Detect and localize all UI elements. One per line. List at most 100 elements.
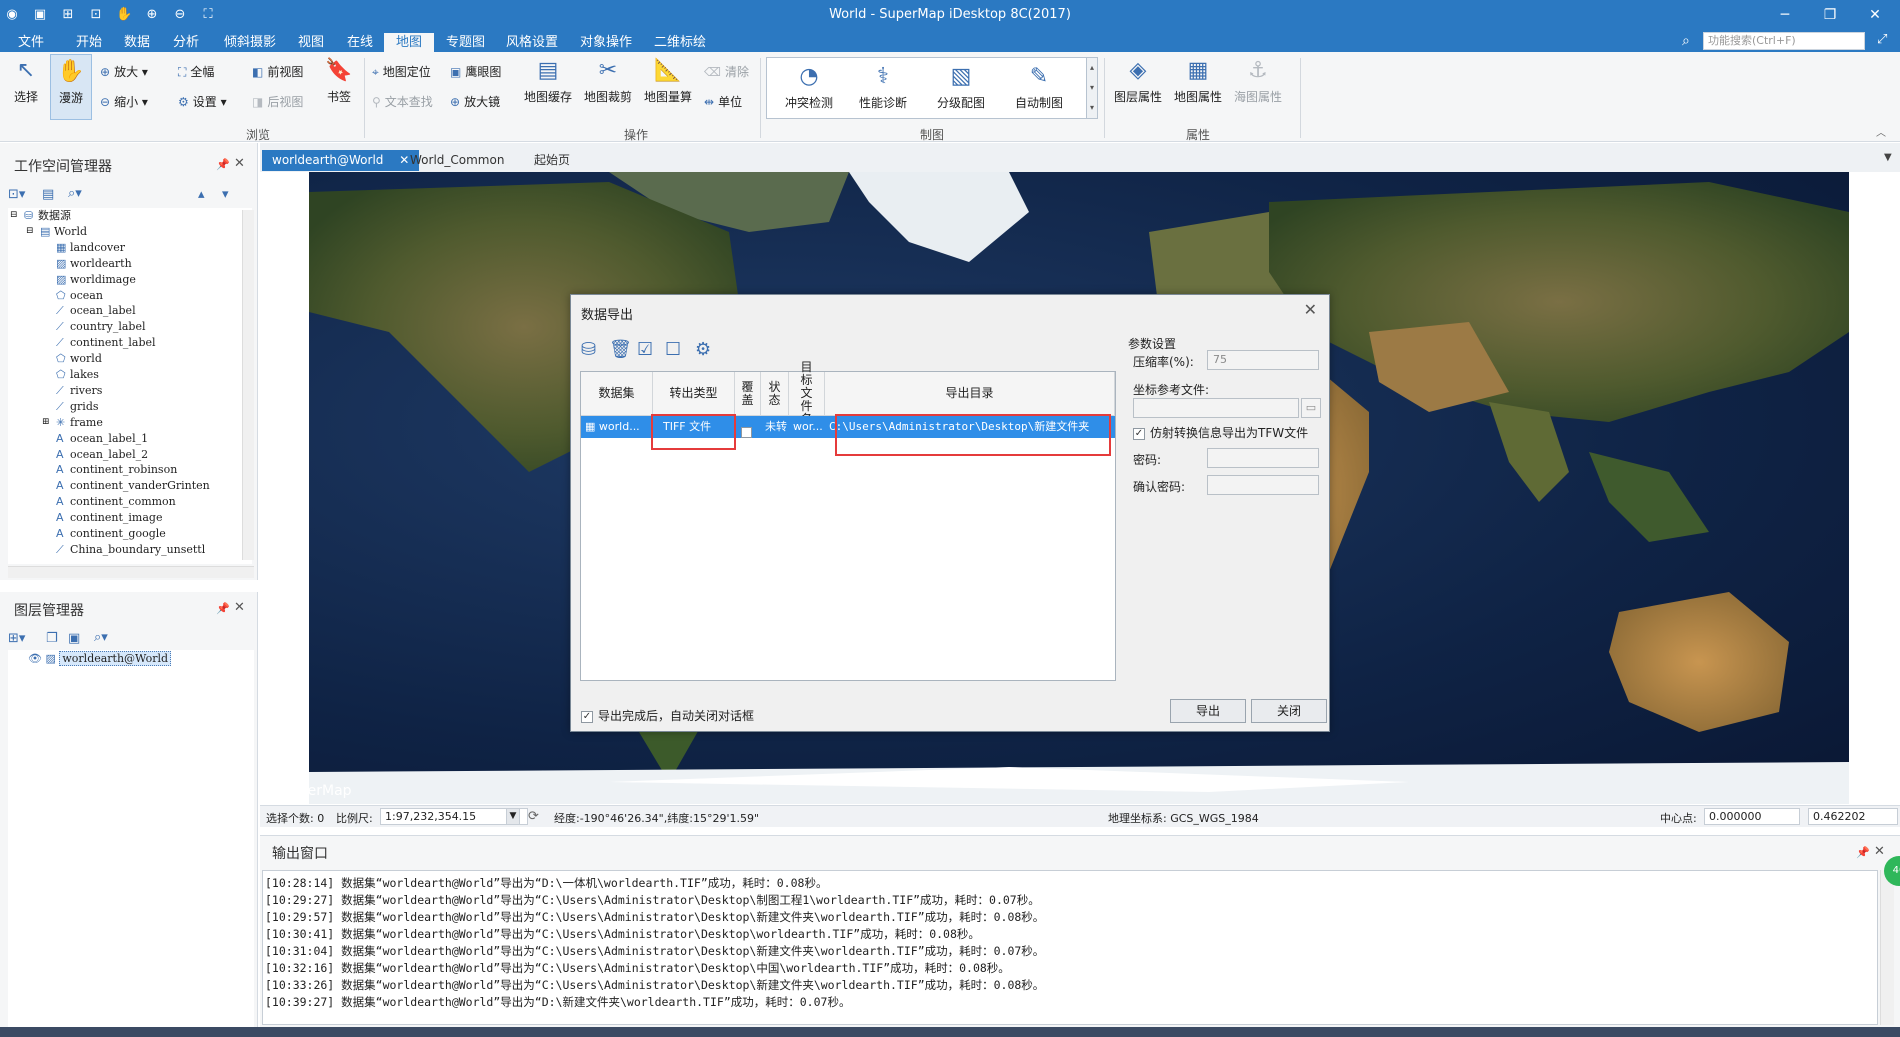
- menu-view[interactable]: 视图: [292, 33, 330, 52]
- pan-button[interactable]: ✋ 漫游: [50, 54, 92, 120]
- tree-item[interactable]: ⟋ continent_label: [56, 335, 156, 350]
- gallery-scroll[interactable]: ▴ ▾ ▾: [1086, 57, 1098, 119]
- pin-icon[interactable]: 📌: [1856, 846, 1870, 859]
- col-overwrite[interactable]: 覆盖: [735, 372, 761, 416]
- tab-dropdown-icon[interactable]: ▼: [1884, 152, 1892, 163]
- workspace-menu-icon[interactable]: ⊡▾: [8, 187, 25, 202]
- unit-button[interactable]: ⇹ 单位: [704, 92, 742, 112]
- full-extent-button[interactable]: ⛶ 全幅: [178, 62, 214, 82]
- tree-item[interactable]: Acontinent_google: [56, 526, 166, 541]
- select-all-icon[interactable]: ☑: [637, 339, 653, 360]
- select-button[interactable]: ↖ 选择: [10, 58, 42, 105]
- expand-icon[interactable]: ⤢: [1877, 32, 1887, 47]
- browse-folder-icon[interactable]: ▭: [1301, 398, 1321, 418]
- tree-item[interactable]: ⟋ grids: [56, 399, 99, 414]
- menu-data[interactable]: 数据: [118, 33, 156, 52]
- tree-item[interactable]: ⟋ country_label: [56, 319, 146, 334]
- menu-start[interactable]: 开始: [70, 33, 108, 52]
- next-view-button[interactable]: ◨ 后视图: [252, 92, 303, 112]
- settings-button[interactable]: ⚙ 设置 ▾: [178, 92, 227, 112]
- tree-item[interactable]: Acontinent_vanderGrinten: [56, 478, 210, 493]
- pin-icon[interactable]: 📌: [216, 602, 230, 615]
- auto-close-checkbox[interactable]: ✓ 导出完成后，自动关闭对话框: [581, 707, 754, 724]
- visibility-eye-icon[interactable]: 👁: [28, 652, 42, 665]
- restore-button[interactable]: ❐: [1815, 4, 1845, 26]
- confirm-password-input[interactable]: [1207, 475, 1319, 495]
- copy-layer-icon[interactable]: ❐: [46, 631, 58, 646]
- tree-scrollbar[interactable]: [242, 210, 254, 560]
- map-properties-button[interactable]: ▦ 地图属性: [1172, 58, 1224, 105]
- tab-worldearth[interactable]: worldearth@World ✕: [262, 150, 420, 171]
- close-window-button[interactable]: ✕: [1860, 4, 1890, 26]
- clear-button[interactable]: ⌫ 清除: [704, 62, 749, 82]
- menu-online[interactable]: 在线: [341, 33, 379, 52]
- text-find-button[interactable]: ⚲ 文本查找: [372, 92, 433, 112]
- menu-map[interactable]: 地图: [384, 33, 435, 52]
- center-x-input[interactable]: 0.000000: [1704, 808, 1800, 825]
- auto-mapping-button[interactable]: ✎ 自动制图: [1007, 64, 1071, 111]
- map-locate-button[interactable]: ⌖ 地图定位: [372, 62, 431, 82]
- tree-item[interactable]: ▦ landcover: [56, 240, 125, 255]
- export-button[interactable]: 导出: [1170, 699, 1246, 723]
- collapse-icon[interactable]: ⊟: [10, 208, 18, 223]
- map-clip-button[interactable]: ✂ 地图裁剪: [582, 58, 634, 105]
- graded-mapping-button[interactable]: ▧ 分级配图: [931, 64, 991, 111]
- ref-file-input[interactable]: [1133, 398, 1299, 418]
- tree-item[interactable]: ⊞ ✳ frame: [42, 415, 103, 430]
- scale-dropdown-icon[interactable]: ▼: [506, 808, 520, 825]
- pin-icon[interactable]: 📌: [216, 158, 230, 171]
- menu-analysis[interactable]: 分析: [167, 33, 205, 52]
- tree-item[interactable]: ▨ worldearth: [56, 256, 132, 271]
- col-target-name[interactable]: 目标文件名: [789, 361, 825, 426]
- tfw-checkbox[interactable]: ✓ 仿射转换信息导出为TFW文件: [1133, 424, 1308, 441]
- invert-select-icon[interactable]: ☐: [665, 339, 681, 360]
- dialog-close-button[interactable]: ✕: [1304, 300, 1317, 319]
- performance-button[interactable]: ⚕ 性能诊断: [853, 64, 913, 111]
- expand-icon[interactable]: ⊞: [42, 415, 50, 430]
- map-measure-button[interactable]: 📐 地图量算: [642, 58, 694, 105]
- center-y-input[interactable]: 0.462202: [1808, 808, 1898, 825]
- bookmark-button[interactable]: 🔖 书签: [324, 58, 354, 105]
- tree-item[interactable]: ⟋ ocean_label: [56, 303, 136, 318]
- menu-style[interactable]: 风格设置: [500, 33, 564, 52]
- search-icon[interactable]: ⌕▾: [94, 630, 108, 645]
- menu-oblique[interactable]: 倾斜摄影: [218, 33, 282, 52]
- conflict-check-button[interactable]: ◔ 冲突检测: [779, 64, 839, 111]
- tree-item[interactable]: Acontinent_image: [56, 510, 162, 525]
- collapse-ribbon-icon[interactable]: ︿: [1876, 124, 1886, 139]
- tree-item[interactable]: ⊟ ▤ World: [26, 224, 87, 239]
- tree-item[interactable]: Acontinent_common: [56, 494, 176, 509]
- tree-item[interactable]: ⊟ ⛁ 数据源: [10, 208, 71, 223]
- overwrite-checkbox[interactable]: [741, 416, 755, 438]
- output-scrollbar[interactable]: [1880, 870, 1894, 1025]
- menu-object[interactable]: 对象操作: [574, 33, 638, 52]
- tree-item[interactable]: ⟋ rivers: [56, 383, 102, 398]
- compression-input[interactable]: 75: [1207, 350, 1319, 370]
- close-icon[interactable]: ✕: [234, 156, 245, 171]
- refresh-icon[interactable]: ⟳: [528, 809, 539, 824]
- add-layer-icon[interactable]: ⊞▾: [8, 631, 25, 646]
- layer-item[interactable]: 👁 ▨ worldearth@World: [28, 651, 172, 666]
- password-input[interactable]: [1207, 448, 1319, 468]
- chart-properties-button[interactable]: ⚓ 海图属性: [1232, 58, 1284, 105]
- tree-item[interactable]: ⟋ China_boundary_unsettl: [56, 542, 205, 557]
- col-status[interactable]: 状态: [761, 372, 789, 416]
- tree-item[interactable]: ⬠ lakes: [56, 367, 99, 382]
- close-button[interactable]: 关闭: [1251, 699, 1327, 723]
- tree-item[interactable]: ⬠ ocean: [56, 288, 103, 303]
- layer-group-icon[interactable]: ▣: [68, 631, 80, 646]
- tree-item[interactable]: ▨ worldimage: [56, 272, 136, 287]
- col-export-dir[interactable]: 导出目录: [825, 372, 1115, 416]
- tree-item[interactable]: ⬠ world: [56, 351, 102, 366]
- minimize-button[interactable]: ─: [1770, 4, 1800, 26]
- search-icon[interactable]: ⌕▾: [68, 186, 82, 201]
- close-icon[interactable]: ✕: [234, 600, 245, 615]
- move-up-icon[interactable]: ▴: [198, 187, 205, 202]
- close-icon[interactable]: ✕: [1874, 844, 1885, 859]
- tree-item[interactable]: Aocean_label_2: [56, 447, 148, 462]
- menu-thematic[interactable]: 专题图: [440, 33, 491, 52]
- open-file-icon[interactable]: ▤: [42, 187, 54, 202]
- zoom-in-button[interactable]: ⊕ 放大 ▾: [100, 62, 148, 82]
- tree-item[interactable]: Aocean_label_1: [56, 431, 148, 446]
- map-cache-button[interactable]: ▤ 地图缓存: [522, 58, 574, 105]
